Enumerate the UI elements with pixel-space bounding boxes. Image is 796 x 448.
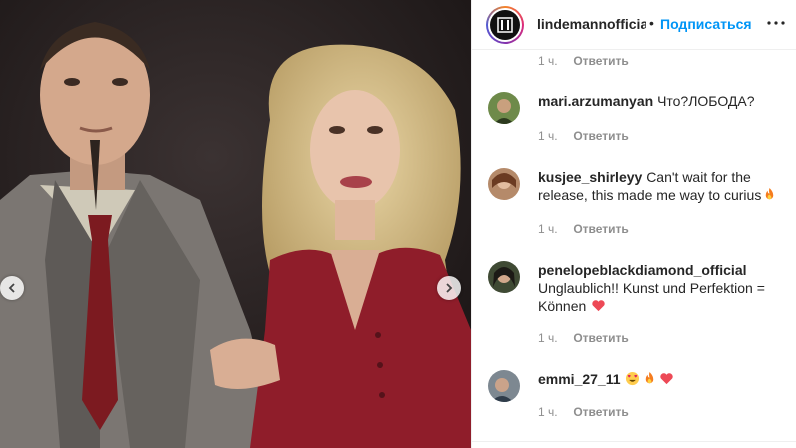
comment-time[interactable]: 1 ч. [538,405,570,419]
reply-button[interactable]: Ответить [573,54,628,68]
comment-text-block: emmi_27_11 [538,370,786,388]
red-heart-emoji [592,300,605,312]
fire-emoji [646,371,654,384]
heart-eyes-emoji [626,371,640,386]
post-side-panel: lindemannofficial • Подписаться 1 ч. Отв… [471,0,796,448]
comment-username[interactable]: kusjee_shirleyy [538,169,642,185]
chevron-right-icon [446,283,453,293]
more-horizontal-icon[interactable] [764,11,788,35]
comment-text: Unglaublich!! Kunst und Perfektion = Kön… [538,280,765,314]
comment-text-block: penelopeblackdiamond_official Unglaublic… [538,261,786,315]
comment-text-block: kusjee_shirleyy Can't wait for the relea… [538,168,786,204]
account-avatar[interactable] [486,6,524,44]
reply-button[interactable]: Ответить [573,331,628,345]
commenter-avatar[interactable] [488,168,520,200]
header-separator: • [649,15,654,31]
commenter-avatar[interactable] [488,261,520,293]
avatar-image [488,370,520,402]
reply-button[interactable]: Ответить [573,405,628,419]
comments-list: 1 ч. Ответить mari.arzumanyan Что?ЛОБОДА… [472,51,796,441]
post-header: lindemannofficial • Подписаться [472,0,796,50]
account-logo-icon [497,17,513,33]
post-photo [0,0,471,448]
chevron-left-icon [8,283,15,293]
avatar-image [488,168,520,200]
comment-meta: 1 ч. Ответить [538,129,629,143]
comment-username[interactable]: mari.arzumanyan [538,93,653,109]
post-image [0,0,471,448]
avatar-image [488,261,520,293]
commenter-avatar[interactable] [488,370,520,402]
next-photo-button[interactable] [437,276,461,300]
comment-time[interactable]: 1 ч. [538,129,570,143]
reply-button[interactable]: Ответить [573,222,628,236]
comment-time[interactable]: 1 ч. [538,54,570,68]
fire-emoji [766,187,774,200]
avatar-image [488,92,520,124]
follow-button[interactable]: Подписаться [660,16,752,32]
previous-photo-button[interactable] [0,276,24,300]
comment-meta: 1 ч. Ответить [538,331,629,345]
comment-username[interactable]: penelopeblackdiamond_official [538,262,747,278]
comment-meta: 1 ч. Ответить [538,405,629,419]
commenter-avatar[interactable] [488,92,520,124]
reply-button[interactable]: Ответить [573,129,628,143]
red-heart-emoji [660,373,674,385]
comment-time[interactable]: 1 ч. [538,222,570,236]
account-username[interactable]: lindemannofficial [537,16,646,32]
divider [472,441,796,442]
comment-time[interactable]: 1 ч. [538,331,570,345]
comment-meta: 1 ч. Ответить [538,54,629,68]
comment-username[interactable]: emmi_27_11 [538,371,621,387]
comment-text-block: mari.arzumanyan Что?ЛОБОДА? [538,92,786,110]
comment-text: Что?ЛОБОДА? [657,93,755,109]
comment-meta: 1 ч. Ответить [538,222,629,236]
